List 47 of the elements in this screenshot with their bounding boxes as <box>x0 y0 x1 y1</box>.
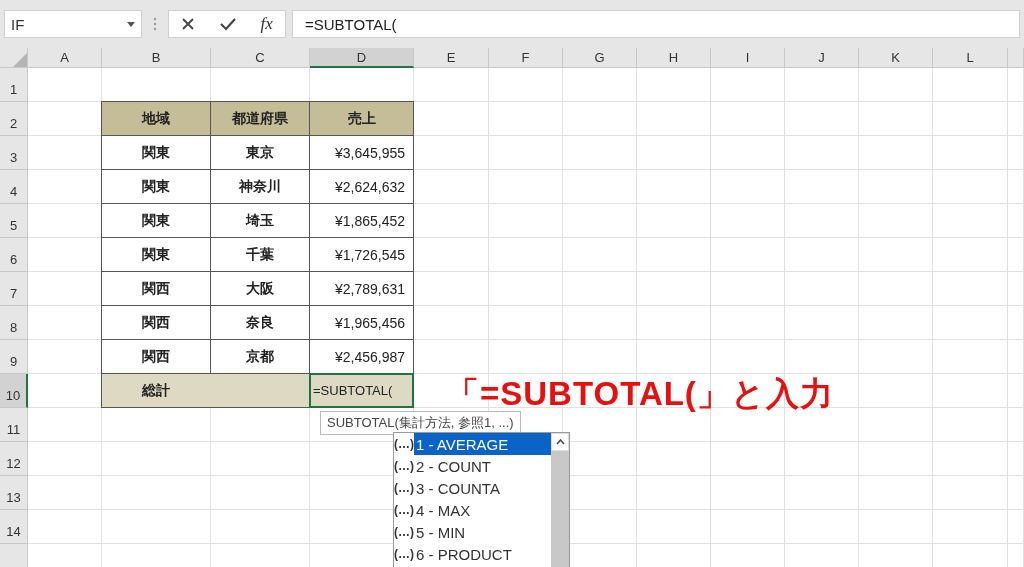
column-header[interactable]: A <box>28 48 102 68</box>
row-header[interactable]: 8 <box>0 306 28 340</box>
autocomplete-item[interactable]: (…)4 - MAX <box>394 499 551 521</box>
column-header[interactable]: D <box>310 48 414 68</box>
row-header[interactable]: 3 <box>0 136 28 170</box>
row-header[interactable]: 2 <box>0 102 28 136</box>
column-header[interactable]: J <box>785 48 859 68</box>
row-header[interactable]: 13 <box>0 476 28 510</box>
check-icon[interactable] <box>219 17 236 31</box>
annotation-text: 「=SUBTOTAL(」と入力 <box>446 374 834 414</box>
insert-function-button[interactable]: fx <box>260 14 273 34</box>
autocomplete-item[interactable]: (…)3 - COUNTA <box>394 477 551 499</box>
row-header[interactable]: 14 <box>0 510 28 544</box>
formula-field[interactable]: =SUBTOTAL( <box>292 10 1020 38</box>
header-cell: 都道府県 <box>210 101 310 136</box>
column-header[interactable]: H <box>637 48 711 68</box>
row-header[interactable]: 9 <box>0 340 28 374</box>
column-header[interactable]: L <box>933 48 1008 68</box>
row-header[interactable]: 6 <box>0 238 28 272</box>
column-header[interactable]: E <box>414 48 489 68</box>
row-header[interactable]: 12 <box>0 442 28 476</box>
row-header[interactable]: 1 <box>0 68 28 102</box>
name-box[interactable]: IF <box>4 10 142 38</box>
column-header[interactable]: I <box>711 48 785 68</box>
column-header[interactable]: C <box>211 48 310 68</box>
function-tooltip: SUBTOTAL(集計方法, 参照1, ...) <box>320 411 521 435</box>
column-header[interactable]: B <box>102 48 211 68</box>
column-header[interactable]: K <box>859 48 933 68</box>
header-cell: 地域 <box>101 101 211 136</box>
autocomplete-item[interactable]: (…)5 - MIN <box>394 521 551 543</box>
column-header[interactable] <box>1008 48 1024 68</box>
row-header[interactable]: 11 <box>0 408 28 442</box>
autocomplete-item[interactable]: (…)2 - COUNT <box>394 455 551 477</box>
cancel-icon[interactable] <box>181 17 196 31</box>
column-header[interactable]: F <box>489 48 563 68</box>
scroll-up-icon[interactable] <box>555 439 565 445</box>
active-cell[interactable]: =SUBTOTAL( <box>309 373 414 408</box>
row-header[interactable]: 7 <box>0 272 28 306</box>
row-header[interactable]: 10 <box>0 374 28 408</box>
column-header[interactable]: G <box>563 48 637 68</box>
grip-icon <box>152 16 158 32</box>
row-header[interactable]: 5 <box>0 204 28 238</box>
autocomplete-item[interactable]: (…)6 - PRODUCT <box>394 543 551 565</box>
row-header[interactable]: 4 <box>0 170 28 204</box>
scrollbar[interactable] <box>551 433 569 567</box>
header-cell: 売上 <box>309 101 414 136</box>
total-label-cell: 総計 <box>101 373 310 408</box>
